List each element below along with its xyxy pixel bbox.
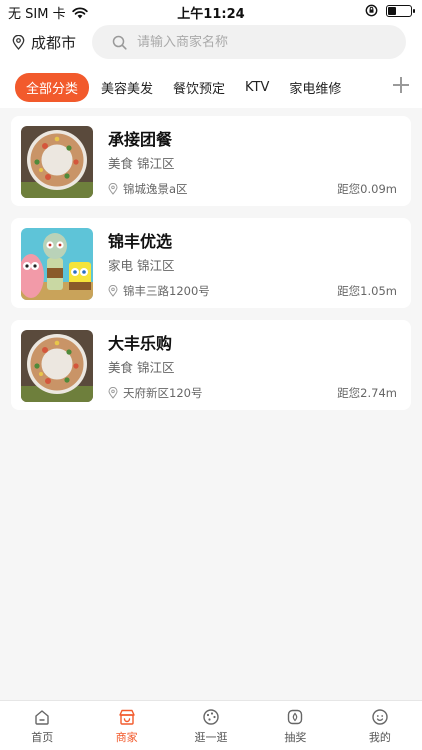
home-icon [35, 710, 49, 725]
profile-icon [372, 709, 388, 725]
nav-merchants[interactable]: 商家 [84, 701, 168, 750]
nav-explore[interactable]: 逛一逛 [169, 701, 253, 750]
city-label: 成都市 [31, 34, 77, 52]
bottom-nav: 首页 商家 逛一逛 抽奖 我的 [0, 700, 422, 750]
merchant-image [21, 126, 93, 198]
merchant-category: 美食 锦江区 [108, 360, 175, 375]
merchant-card[interactable]: 承接团餐 美食 锦江区 锦城逸景a区 距您0.09m [11, 116, 411, 206]
search-input[interactable] [137, 34, 377, 50]
merchant-address-text: 锦城逸景a区 [123, 182, 188, 196]
location-pin-icon [108, 183, 118, 195]
merchant-address: 锦城逸景a区 [108, 181, 188, 197]
search-bar[interactable] [92, 25, 406, 59]
tab-all-categories[interactable]: 全部分类 [15, 73, 90, 102]
nav-explore-label: 逛一逛 [194, 731, 228, 744]
merchant-name: 大丰乐购 [108, 334, 173, 353]
nav-lottery[interactable]: 抽奖 [253, 701, 337, 750]
tab-list: 全部分类 美容美发 餐饮预定 KTV 家电维修 [15, 73, 349, 102]
status-bar: 无 SIM 卡 上午11:24 [0, 0, 422, 22]
lottery-icon [288, 709, 303, 725]
explore-icon [203, 709, 219, 725]
merchant-distance: 距您2.74m [337, 386, 397, 400]
merchant-address: 天府新区120号 [108, 385, 202, 401]
merchant-distance: 距您0.09m [337, 182, 397, 196]
merchant-address: 锦丰三路1200号 [108, 283, 210, 299]
merchant-card[interactable]: 锦丰优选 家电 锦江区 锦丰三路1200号 距您1.05m [11, 218, 411, 308]
merchant-distance: 距您1.05m [337, 284, 397, 298]
nav-profile-label: 我的 [368, 731, 391, 744]
category-tabs: 全部分类 美容美发 餐饮预定 KTV 家电维修 [0, 62, 422, 108]
city-selector[interactable]: 成都市 [12, 32, 76, 53]
location-pin-icon [108, 285, 118, 297]
merchant-category: 家电 锦江区 [108, 258, 175, 273]
merchant-list: 承接团餐 美食 锦江区 锦城逸景a区 距您0.09m 锦丰优选 家电 锦江区 锦… [11, 116, 411, 422]
tab-appliance-repair[interactable]: 家电维修 [281, 73, 349, 102]
merchant-name: 锦丰优选 [108, 232, 173, 251]
nav-home-label: 首页 [31, 731, 54, 744]
merchant-category: 美食 锦江区 [108, 156, 175, 171]
tab-ktv[interactable]: KTV [237, 75, 277, 100]
merchant-image [21, 228, 93, 300]
merchant-address-text: 锦丰三路1200号 [123, 284, 210, 298]
nav-profile[interactable]: 我的 [338, 701, 422, 750]
battery-icon [386, 4, 415, 17]
status-right [365, 4, 415, 17]
battery-fill [388, 6, 397, 15]
status-time: 上午11:24 [177, 7, 245, 22]
tab-beauty-salon[interactable]: 美容美发 [93, 73, 161, 102]
merchant-name: 承接团餐 [108, 130, 173, 149]
nav-merchants-label: 商家 [115, 731, 138, 744]
merchant-address-text: 天府新区120号 [123, 386, 203, 400]
tab-dining-reservation[interactable]: 餐饮预定 [165, 73, 233, 102]
orientation-lock-icon [365, 4, 378, 17]
shop-icon [118, 709, 135, 725]
header: 成都市 [0, 22, 422, 62]
location-pin-icon [12, 35, 25, 50]
nav-home[interactable]: 首页 [0, 701, 84, 750]
add-category-icon[interactable] [390, 74, 412, 96]
merchant-card[interactable]: 大丰乐购 美食 锦江区 天府新区120号 距您2.74m [11, 320, 411, 410]
merchant-image [21, 330, 93, 402]
location-pin-icon [108, 387, 118, 399]
nav-lottery-label: 抽奖 [284, 731, 307, 744]
search-icon [112, 35, 127, 50]
